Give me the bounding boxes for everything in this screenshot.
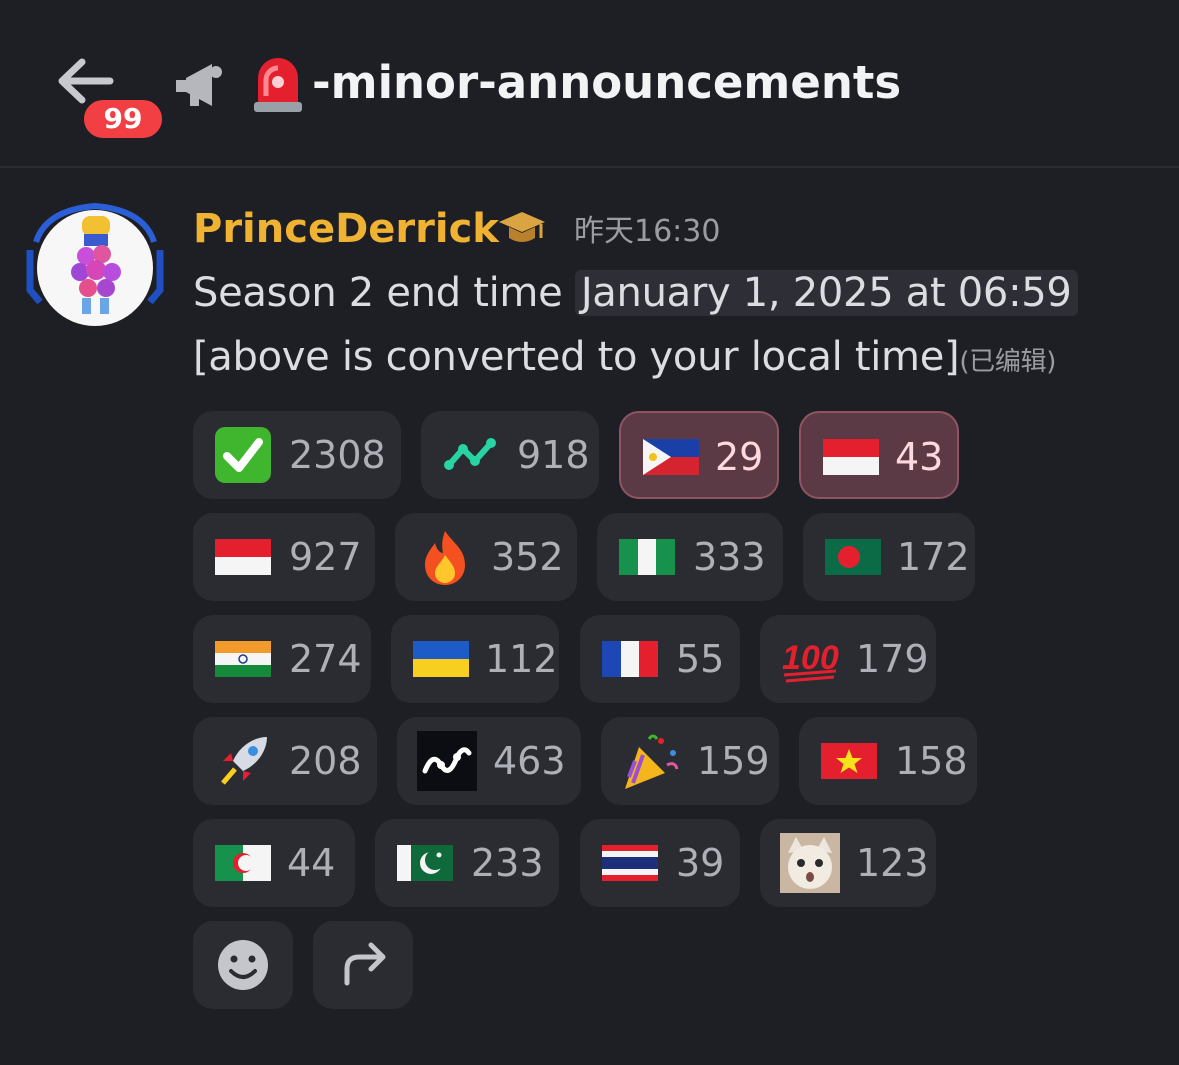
reaction-india-flag[interactable]: 274 [193,615,371,703]
reaction-network[interactable]: 918 [421,411,599,499]
avatar[interactable] [26,202,164,328]
party-popper-icon [625,734,679,789]
reaction-count: 274 [289,637,362,681]
reaction-count: 29 [715,435,764,479]
local-time-chip[interactable]: January 1, 2025 at 06:59 [574,270,1078,316]
reaction-count: 39 [676,841,725,885]
message-line-2: [above is converted to your local time](… [193,326,1056,393]
reaction-count: 352 [491,535,564,579]
reaction-indonesia-flag[interactable]: 927 [193,513,375,601]
philippines-flag-icon [643,439,699,475]
check-mark-icon [215,427,271,483]
unread-badge: 99 [80,96,166,142]
reaction-bangladesh-flag[interactable]: 172 [803,513,975,601]
india-flag-icon [215,641,271,677]
reaction-count: 158 [895,739,968,783]
vietnam-flag-icon [821,743,877,779]
siren-icon [250,52,306,114]
reaction-count: 2308 [289,433,386,477]
share-arrow-icon [344,942,386,986]
reaction-thailand-flag[interactable]: 39 [580,819,740,907]
author-name[interactable]: PrinceDerrick [193,202,499,256]
reaction-count: 172 [897,535,970,579]
indonesia-flag-icon [823,439,879,475]
share-button[interactable] [313,921,413,1009]
reaction-philippines-flag[interactable]: 29 [619,411,779,499]
add-reaction-button[interactable] [193,921,293,1009]
france-flag-icon [602,641,658,677]
announcement-channel-icon [172,58,224,108]
fire-icon [425,531,465,585]
thailand-flag-icon [602,845,658,881]
nano-logo-icon [417,731,477,791]
bangladesh-flag-icon [825,539,881,575]
message-line-1: Season 2 end time January 1, 2025 at 06:… [193,262,1078,324]
reaction-count: 333 [693,535,766,579]
reaction-count: 927 [289,535,362,579]
reaction-rocket[interactable]: 208 [193,717,377,805]
reaction-hundred-points[interactable]: 100 179 [760,615,936,703]
reaction-pakistan-flag[interactable]: 233 [375,819,559,907]
reaction-count: 44 [287,841,336,885]
channel-header: 99 -minor-announcements [0,0,1179,168]
graduation-cap-icon [497,208,547,248]
message-timestamp: 昨天16:30 [574,214,721,249]
reaction-fire[interactable]: 352 [395,513,577,601]
hundred-points-icon: 100 [782,639,839,683]
reaction-check-mark[interactable]: 2308 [193,411,401,499]
pakistan-flag-icon [397,845,453,881]
nigeria-flag-icon [619,539,675,575]
reaction-count: 208 [289,739,362,783]
message-text-2: [above is converted to your local time] [193,334,960,380]
network-icon [444,438,496,470]
cat-face-icon [780,833,840,893]
ukraine-flag-icon [413,641,469,677]
indonesia-flag-icon [215,539,271,575]
reaction-count: 179 [856,637,929,681]
reaction-count: 463 [493,739,566,783]
rocket-icon [221,737,267,785]
reaction-nigeria-flag[interactable]: 333 [597,513,783,601]
reaction-indonesia-flag[interactable]: 43 [799,411,959,499]
edited-label: (已编辑) [959,347,1057,377]
add-reaction-smiley-icon [218,940,268,990]
reaction-count: 123 [856,841,929,885]
channel-title: -minor-announcements [312,56,902,109]
reaction-ukraine-flag[interactable]: 112 [391,615,559,703]
reaction-count: 55 [676,637,725,681]
reaction-count: 112 [485,637,558,681]
reaction-nano-logo[interactable]: 463 [397,717,581,805]
reaction-vietnam-flag[interactable]: 158 [799,717,977,805]
reaction-party-popper[interactable]: 159 [601,717,779,805]
message-text: Season 2 end time [193,270,575,316]
algeria-flag-icon [215,845,271,881]
reaction-count: 918 [517,433,590,477]
reaction-algeria-flag[interactable]: 44 [193,819,355,907]
reaction-count: 233 [471,841,544,885]
reaction-cat-face[interactable]: 123 [760,819,936,907]
reaction-count: 159 [697,739,770,783]
reaction-france-flag[interactable]: 55 [580,615,740,703]
reaction-count: 43 [895,435,944,479]
